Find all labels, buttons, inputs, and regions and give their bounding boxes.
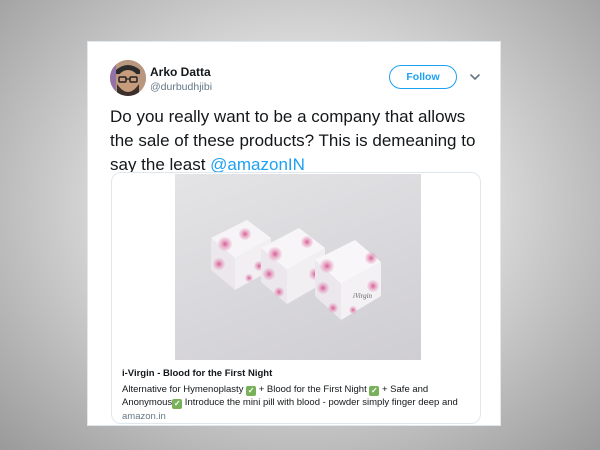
link-card-domain: amazon.in <box>122 411 166 422</box>
link-card-description: Alternative for Hymenoplasty ✓ + Blood f… <box>122 383 474 409</box>
check-mark-icon: ✓ <box>369 386 380 396</box>
desc-text-1: Alternative for Hymenoplasty <box>122 384 247 395</box>
product-photo: iVirgin <box>175 174 421 360</box>
follow-button[interactable]: Follow <box>389 65 457 89</box>
author-name[interactable]: Arko Datta <box>150 65 211 79</box>
link-card[interactable]: iVirgin i-Virgin - Blood for the First N… <box>111 172 481 424</box>
check-mark-icon: ✓ <box>246 386 257 396</box>
author-handle[interactable]: @durbudhjibi <box>150 81 212 93</box>
desc-text-2: + Blood for the First Night <box>256 384 370 395</box>
tweet-text: Do you really want to be a company that … <box>110 105 490 177</box>
check-mark-icon: ✓ <box>172 399 183 409</box>
chevron-down-icon[interactable] <box>469 72 481 82</box>
link-card-title[interactable]: i-Virgin - Blood for the First Night <box>122 368 272 379</box>
tweet-card: Arko Datta @durbudhjibi Follow Do you re… <box>87 41 501 426</box>
box-logo: iVirgin <box>353 292 373 300</box>
desc-text-4: Introduce the mini pill with blood - pow… <box>182 397 458 408</box>
avatar[interactable] <box>110 60 146 96</box>
